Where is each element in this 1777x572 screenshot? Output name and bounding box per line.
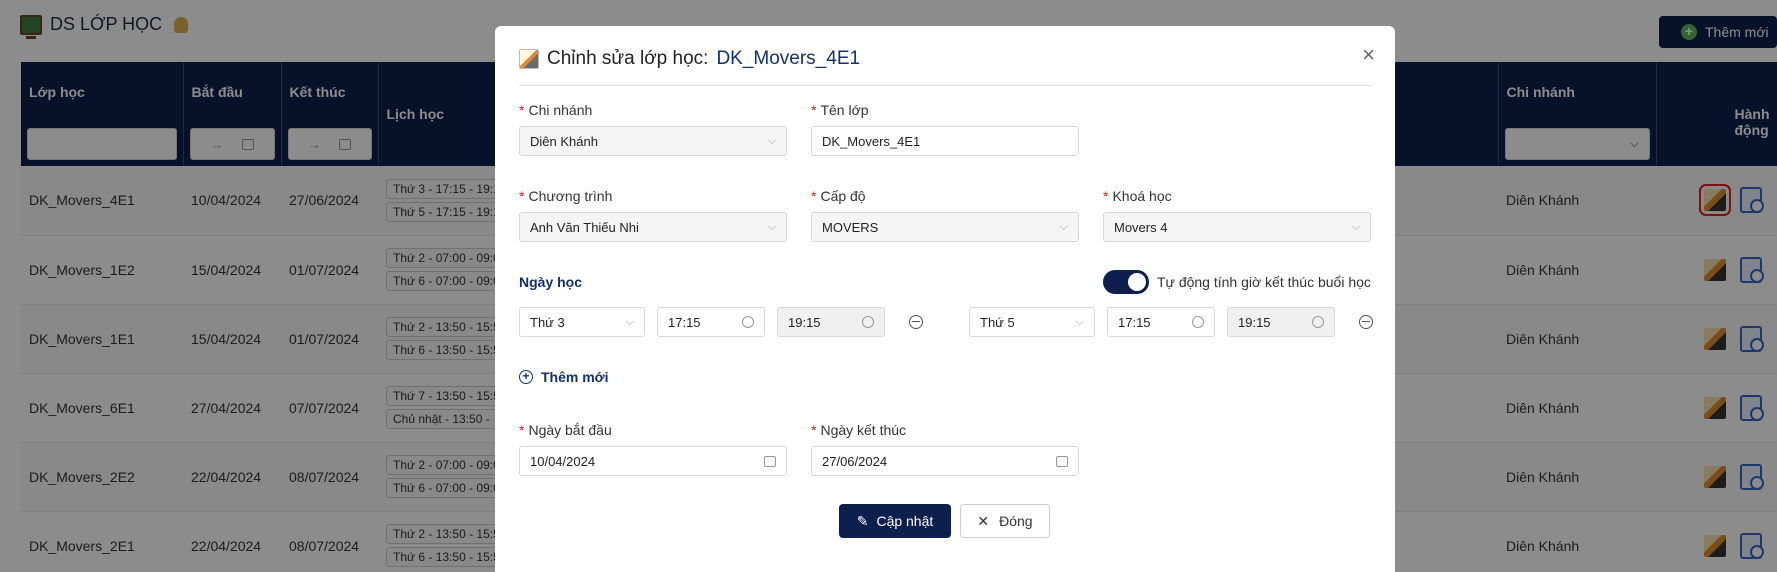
remove-slot1-icon[interactable] [909,315,923,329]
modal-title: Chỉnh sửa lớp học: DK_Movers_4E1 [519,48,860,70]
plus-circle-icon: + [519,370,533,384]
slot1-start-time[interactable]: 17:15 [657,307,765,337]
slot2-to: 19:15 [1238,314,1271,330]
program-select[interactable]: Anh Văn Thiếu Nhi ⌵ [519,212,787,242]
slot1-day: Thứ 3 [530,314,565,330]
course-value: Movers 4 [1114,219,1168,235]
course-field: * Khoá học Movers 4 ⌵ [1103,188,1371,242]
calendar-icon [1056,455,1068,467]
modal-title-text: Chỉnh sửa lớp học: [547,48,709,69]
clock-icon [1192,316,1204,328]
update-button[interactable]: ✎ Cập nhật [839,504,951,538]
required-mark: * [811,102,817,118]
auto-end-time-setting: Tự động tính giờ kết thúc buổi học [1103,270,1371,294]
end-date-label: Ngày kết thúc [820,422,907,438]
start-date-input[interactable]: 10/04/2024 [519,446,787,476]
slot1-day-select[interactable]: Thứ 3 ⌵ [519,307,645,337]
end-date-input[interactable]: 27/06/2024 [811,446,1079,476]
branch-value: Diên Khánh [530,133,598,149]
days-label: Ngày học [519,274,583,290]
close-icon[interactable]: × [1362,42,1375,68]
branch-field: * Chi nhánh Diên Khánh ⌵ [519,102,787,156]
add-slot-label: Thêm mới [541,369,609,385]
program-field: * Chương trình Anh Văn Thiếu Nhi ⌵ [519,188,787,242]
modal-class-name: DK_Movers_4E1 [716,48,861,69]
level-select[interactable]: MOVERS ⌵ [811,212,1079,242]
slot2-start-time[interactable]: 17:15 [1107,307,1215,337]
class-name-field: * Tên lớp DK_Movers_4E1 [811,102,1079,156]
edit-class-modal: Chỉnh sửa lớp học: DK_Movers_4E1 × * Chi … [495,26,1395,572]
clock-icon [742,316,754,328]
class-name-label: Tên lớp [820,102,869,118]
remove-slot2-icon[interactable] [1359,315,1373,329]
chevron-down-icon: ⌵ [1059,220,1068,233]
program-value: Anh Văn Thiếu Nhi [530,219,639,235]
schedule-slot-2: Thứ 5 ⌵ 17:15 19:15 [969,307,1373,337]
slot2-end-time[interactable]: 19:15 [1227,307,1335,337]
class-name-input[interactable]: DK_Movers_4E1 [811,126,1079,156]
add-slot-button[interactable]: + Thêm mới [519,369,609,385]
slot2-day: Thứ 5 [980,314,1015,330]
auto-end-time-toggle[interactable] [1103,270,1149,294]
chevron-down-icon: ⌵ [625,315,634,328]
auto-end-time-label: Tự động tính giờ kết thúc buổi học [1157,274,1371,290]
end-date-field: * Ngày kết thúc 27/06/2024 [811,422,1079,476]
level-field: * Cấp độ MOVERS ⌵ [811,188,1079,242]
divider [519,85,1371,86]
clock-icon [862,316,874,328]
close-button[interactable]: ✕ Đóng [960,504,1050,538]
clock-icon [1312,316,1324,328]
required-mark: * [519,188,525,204]
end-date-value: 27/06/2024 [822,453,888,469]
branch-select[interactable]: Diên Khánh ⌵ [519,126,787,156]
slot2-day-select[interactable]: Thứ 5 ⌵ [969,307,1095,337]
required-mark: * [811,188,817,204]
close-icon: ✕ [977,512,990,529]
chevron-down-icon: ⌵ [1075,315,1084,328]
required-mark: * [811,422,817,438]
program-label: Chương trình [528,188,613,204]
required-mark: * [1103,188,1109,204]
branch-label: Chi nhánh [528,102,593,118]
memo-icon [519,49,539,69]
schedule-slot-1: Thứ 3 ⌵ 17:15 19:15 [519,307,923,337]
slot2-from: 17:15 [1118,314,1151,330]
start-date-value: 10/04/2024 [530,453,596,469]
edit-icon: ✎ [856,512,869,529]
start-date-field: * Ngày bắt đầu 10/04/2024 [519,422,787,476]
update-label: Cập nhật [876,513,934,529]
level-label: Cấp độ [820,188,866,204]
chevron-down-icon: ⌵ [767,220,776,233]
class-name-value: DK_Movers_4E1 [822,133,921,149]
slot1-from: 17:15 [668,314,701,330]
level-value: MOVERS [822,219,879,235]
course-label: Khoá học [1112,188,1172,204]
calendar-icon [764,455,776,467]
required-mark: * [519,422,525,438]
start-date-label: Ngày bắt đầu [528,422,612,438]
slot1-to: 19:15 [788,314,821,330]
close-label: Đóng [999,513,1033,529]
chevron-down-icon: ⌵ [767,134,776,147]
chevron-down-icon: ⌵ [1351,220,1360,233]
slot1-end-time[interactable]: 19:15 [777,307,885,337]
course-select[interactable]: Movers 4 ⌵ [1103,212,1371,242]
required-mark: * [519,102,525,118]
